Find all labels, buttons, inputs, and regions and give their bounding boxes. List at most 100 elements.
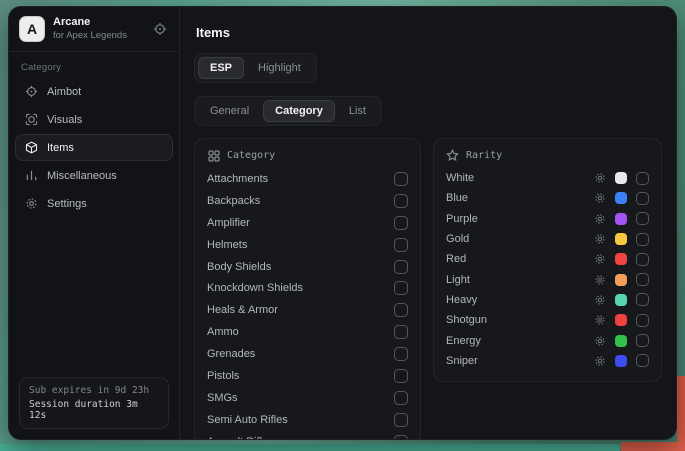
category-checkbox[interactable] <box>394 172 408 186</box>
view-tab-group: General Category List <box>194 96 382 126</box>
gear-icon[interactable] <box>593 293 606 306</box>
category-label: Pistols <box>207 370 239 382</box>
category-row: Ammo <box>207 321 408 343</box>
rarity-color-swatch[interactable] <box>615 274 627 286</box>
rarity-row: Heavy <box>446 290 649 310</box>
desktop-teal-strip <box>0 444 620 451</box>
rarity-checkbox[interactable] <box>636 192 649 205</box>
rarity-color-swatch[interactable] <box>615 314 627 326</box>
category-row: Helmets <box>207 234 408 256</box>
mode-tab-group: ESP Highlight <box>194 53 317 83</box>
tab-list[interactable]: List <box>337 100 378 122</box>
rarity-color-swatch[interactable] <box>615 294 627 306</box>
rarity-row: Shotgun <box>446 310 649 330</box>
desktop-red-object <box>677 376 685 451</box>
gear-icon[interactable] <box>593 334 606 347</box>
tab-highlight[interactable]: Highlight <box>246 57 313 79</box>
rarity-label: Energy <box>446 335 593 347</box>
category-checkbox[interactable] <box>394 216 408 230</box>
category-checkbox[interactable] <box>394 325 408 339</box>
category-label: Semi Auto Rifles <box>207 414 288 426</box>
category-row: Pistols <box>207 365 408 387</box>
rarity-row: Sniper <box>446 351 649 371</box>
crosshair-icon[interactable] <box>151 20 169 38</box>
gear-icon[interactable] <box>593 253 606 266</box>
gear-icon[interactable] <box>593 192 606 205</box>
gear-icon[interactable] <box>593 233 606 246</box>
grid-icon <box>207 149 220 162</box>
gear-icon[interactable] <box>593 172 606 185</box>
sidebar-item-aimbot[interactable]: Aimbot <box>15 78 173 105</box>
tab-esp[interactable]: ESP <box>198 57 244 79</box>
rarity-row: Gold <box>446 229 649 249</box>
rarity-checkbox[interactable] <box>636 273 649 286</box>
category-list: Attachments Backpacks Amplifier Helmets … <box>207 168 408 439</box>
gear-icon <box>24 197 38 211</box>
category-checkbox[interactable] <box>394 369 408 383</box>
rarity-row: Red <box>446 249 649 269</box>
category-row: Attachments <box>207 168 408 190</box>
category-row: Body Shields <box>207 256 408 278</box>
category-row: Amplifier <box>207 212 408 234</box>
category-checkbox[interactable] <box>394 281 408 295</box>
gear-icon[interactable] <box>593 212 606 225</box>
rarity-color-swatch[interactable] <box>615 253 627 265</box>
rarity-row: Purple <box>446 209 649 229</box>
rarity-label: Purple <box>446 213 593 225</box>
category-checkbox[interactable] <box>394 238 408 252</box>
sidebar-item-miscellaneous[interactable]: Miscellaneous <box>15 162 173 189</box>
gear-icon[interactable] <box>593 273 606 286</box>
rarity-label: Shotgun <box>446 314 593 326</box>
gear-icon[interactable] <box>593 314 606 327</box>
rarity-checkbox[interactable] <box>636 172 649 185</box>
rarity-color-swatch[interactable] <box>615 192 627 204</box>
category-checkbox[interactable] <box>394 391 408 405</box>
session-card: Sub expires in 9d 23h Session duration 3… <box>19 377 169 429</box>
category-label: Amplifier <box>207 217 250 229</box>
category-checkbox[interactable] <box>394 435 408 439</box>
category-row: Assault Rifles <box>207 431 408 439</box>
rarity-checkbox[interactable] <box>636 253 649 266</box>
rarity-color-swatch[interactable] <box>615 172 627 184</box>
rarity-checkbox[interactable] <box>636 314 649 327</box>
rarity-color-swatch[interactable] <box>615 213 627 225</box>
rarity-color-swatch[interactable] <box>615 355 627 367</box>
category-label: Grenades <box>207 348 255 360</box>
sidebar: A Arcane for Apex Legends Category Aimbo… <box>9 7 180 439</box>
category-row: Heals & Armor <box>207 299 408 321</box>
rarity-color-swatch[interactable] <box>615 233 627 245</box>
category-label: Heals & Armor <box>207 304 278 316</box>
category-panel: Category Attachments Backpacks Amplifier… <box>194 138 421 439</box>
rarity-color-swatch[interactable] <box>615 335 627 347</box>
rarity-label: Gold <box>446 233 593 245</box>
rarity-checkbox[interactable] <box>636 233 649 246</box>
category-label: Helmets <box>207 239 247 251</box>
sidebar-header: A Arcane for Apex Legends <box>9 7 179 52</box>
rarity-checkbox[interactable] <box>636 334 649 347</box>
sidebar-item-settings[interactable]: Settings <box>15 190 173 217</box>
category-label: Backpacks <box>207 195 260 207</box>
category-checkbox[interactable] <box>394 303 408 317</box>
category-checkbox[interactable] <box>394 260 408 274</box>
category-row: SMGs <box>207 387 408 409</box>
category-checkbox[interactable] <box>394 347 408 361</box>
rarity-label: Heavy <box>446 294 593 306</box>
rarity-checkbox[interactable] <box>636 212 649 225</box>
rarity-row: Blue <box>446 188 649 208</box>
tab-general[interactable]: General <box>198 100 261 122</box>
crosshair-icon <box>24 85 38 99</box>
category-label: SMGs <box>207 392 238 404</box>
tab-category[interactable]: Category <box>263 100 335 122</box>
rarity-label: Red <box>446 253 593 265</box>
rarity-checkbox[interactable] <box>636 293 649 306</box>
category-checkbox[interactable] <box>394 194 408 208</box>
gear-icon[interactable] <box>593 354 606 367</box>
category-label: Attachments <box>207 173 268 185</box>
sidebar-item-visuals[interactable]: Visuals <box>15 106 173 133</box>
desktop-red-object-bottom <box>621 442 685 451</box>
category-checkbox[interactable] <box>394 413 408 427</box>
app-title-block: Arcane for Apex Legends <box>53 16 143 42</box>
category-panel-title: Category <box>227 150 275 161</box>
rarity-checkbox[interactable] <box>636 354 649 367</box>
sidebar-item-items[interactable]: Items <box>15 134 173 161</box>
